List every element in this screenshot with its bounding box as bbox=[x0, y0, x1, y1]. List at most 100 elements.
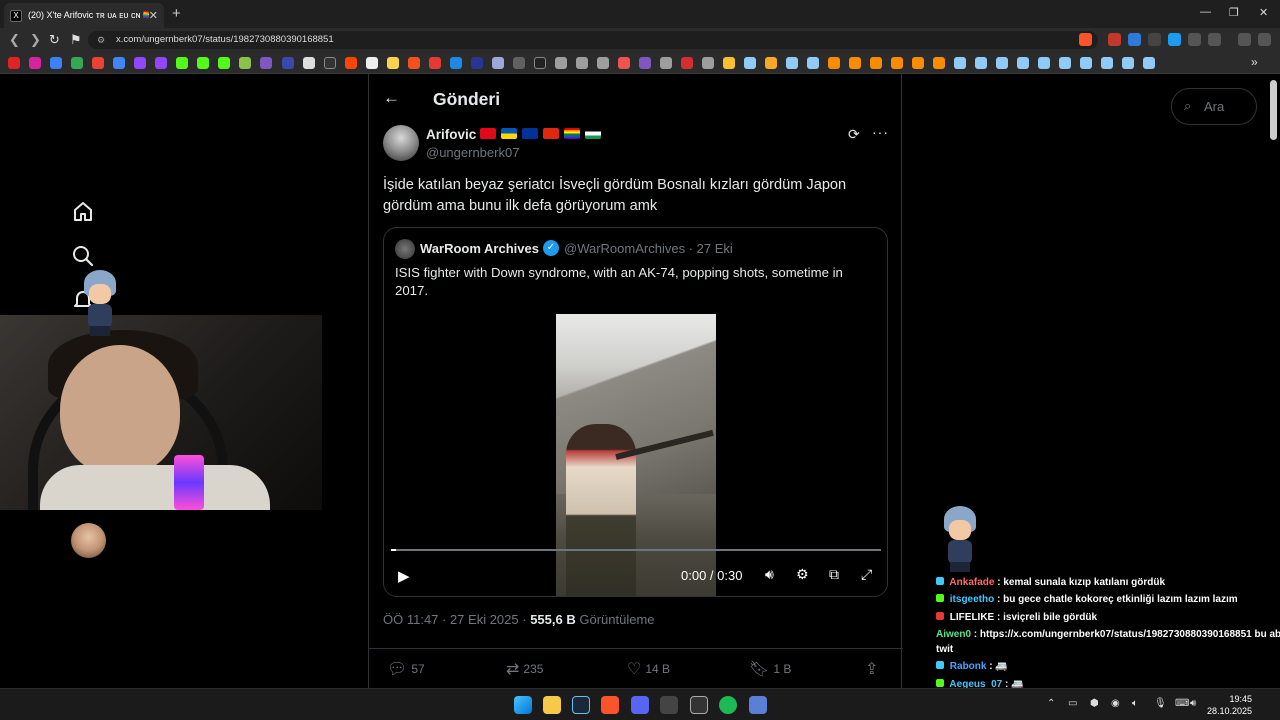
reply-button[interactable]: 💬︎ 57 bbox=[387, 659, 425, 679]
bookmark-item-icon[interactable] bbox=[660, 57, 672, 69]
bookmark-item-icon[interactable] bbox=[891, 57, 903, 69]
bookmark-item-icon[interactable] bbox=[471, 57, 483, 69]
home-icon[interactable] bbox=[71, 200, 95, 224]
search-input[interactable]: ⌕ Ara bbox=[1171, 88, 1257, 125]
extension-icon[interactable] bbox=[1108, 33, 1121, 46]
bookmark-item-icon[interactable] bbox=[260, 57, 272, 69]
bookmark-item-icon[interactable] bbox=[29, 57, 41, 69]
folder-icon[interactable] bbox=[723, 57, 735, 69]
fullscreen-icon[interactable]: ⤢ bbox=[861, 566, 872, 583]
bookmark-item-icon[interactable] bbox=[534, 57, 546, 69]
network-icon[interactable]: ⌨ bbox=[1175, 698, 1189, 709]
discord-icon[interactable] bbox=[631, 696, 649, 714]
bookmark-item-icon[interactable] bbox=[429, 57, 441, 69]
bookmark-item-icon[interactable] bbox=[345, 57, 357, 69]
share-button[interactable]: ⇪ bbox=[865, 659, 878, 679]
steam-icon[interactable] bbox=[744, 57, 756, 69]
volume-icon[interactable]: 🔊︎ bbox=[765, 566, 774, 583]
pip-icon[interactable]: ⧉ bbox=[829, 566, 839, 583]
steam-icon[interactable] bbox=[1122, 57, 1134, 69]
bookmark-item-icon[interactable] bbox=[239, 57, 251, 69]
bookmark-item-icon[interactable] bbox=[639, 57, 651, 69]
quoted-avatar[interactable] bbox=[395, 239, 415, 259]
page-scrollbar[interactable] bbox=[1270, 80, 1277, 140]
bookmark-button[interactable]: 🔖︎ 1 B bbox=[749, 659, 791, 679]
video-player[interactable]: ▶ 0:00 / 0:30 🔊︎ ⚙ ⧉ ⤢ bbox=[384, 306, 887, 596]
steam-icon[interactable] bbox=[1017, 57, 1029, 69]
video-progress-bar[interactable] bbox=[391, 549, 881, 551]
bookmark-item-icon[interactable] bbox=[450, 57, 462, 69]
like-button[interactable]: ♡ 14 B bbox=[627, 659, 670, 679]
bookmark-item-icon[interactable] bbox=[828, 57, 840, 69]
reload-icon[interactable]: ↻ bbox=[49, 32, 60, 48]
extensions-puzzle-icon[interactable] bbox=[1188, 33, 1201, 46]
steam-icon[interactable] bbox=[975, 57, 987, 69]
grok-icon[interactable]: ⟳ bbox=[848, 126, 860, 143]
bookmark-item-icon[interactable] bbox=[870, 57, 882, 69]
bookmark-item-icon[interactable] bbox=[597, 57, 609, 69]
sidebar-icon[interactable] bbox=[1208, 33, 1221, 46]
bookmark-item-icon[interactable] bbox=[8, 57, 20, 69]
speaker-icon[interactable]: 🔊︎ bbox=[1190, 698, 1196, 709]
maximize-button[interactable]: ❐ bbox=[1229, 6, 1239, 19]
bookmark-item-icon[interactable] bbox=[282, 57, 294, 69]
bookmark-item-icon[interactable] bbox=[576, 57, 588, 69]
microphone-icon[interactable]: 🎙︎ bbox=[1154, 698, 1167, 709]
brave-browser-icon[interactable] bbox=[601, 696, 619, 714]
bookmark-item-icon[interactable] bbox=[492, 57, 504, 69]
menu-icon[interactable] bbox=[1258, 33, 1271, 46]
back-arrow-icon[interactable]: ← bbox=[383, 88, 400, 108]
video-frame[interactable] bbox=[556, 314, 716, 596]
bookmark-item-icon[interactable] bbox=[765, 57, 777, 69]
bookmark-item-icon[interactable] bbox=[71, 57, 83, 69]
spotify-icon[interactable] bbox=[719, 696, 737, 714]
steam-icon[interactable] bbox=[1059, 57, 1071, 69]
steam-icon[interactable] bbox=[807, 57, 819, 69]
bookmark-item-icon[interactable] bbox=[618, 57, 630, 69]
author-handle[interactable]: @ungernberk07 bbox=[426, 145, 519, 160]
taskbar-clock[interactable]: 19:45 28.10.2025 bbox=[1206, 693, 1252, 717]
obs-icon[interactable] bbox=[690, 696, 708, 714]
volume-tray-icon[interactable]: 🔈︎ bbox=[1132, 698, 1138, 709]
bookmark-item-icon[interactable] bbox=[849, 57, 861, 69]
steam-icon[interactable] bbox=[1038, 57, 1050, 69]
browser-tab[interactable]: X (20) X'te Arifovic ᴛʀ ᴜᴀ ᴇᴜ ᴄɴ 🏳️‍🌈 ✕ bbox=[4, 3, 164, 28]
bookmark-item-icon[interactable] bbox=[134, 57, 146, 69]
bookmark-item-icon[interactable] bbox=[324, 57, 336, 69]
bookmark-item-icon[interactable] bbox=[912, 57, 924, 69]
tray-steam-icon[interactable]: ◉ bbox=[1111, 698, 1120, 709]
more-bookmarks-icon[interactable]: » bbox=[1251, 55, 1258, 69]
address-bar[interactable]: ⚙ x.com/ungernberk07/status/198273088039… bbox=[88, 31, 1098, 49]
back-arrow-icon[interactable]: ❮ bbox=[9, 32, 20, 48]
bookmark-item-icon[interactable] bbox=[218, 57, 230, 69]
bookmark-item-icon[interactable] bbox=[92, 57, 104, 69]
bookmark-item-icon[interactable] bbox=[408, 57, 420, 69]
bookmark-item-icon[interactable] bbox=[155, 57, 167, 69]
tray-chevron-icon[interactable]: ⌃ bbox=[1047, 698, 1055, 709]
bookmark-item-icon[interactable] bbox=[197, 57, 209, 69]
start-menu-icon[interactable] bbox=[514, 696, 532, 714]
bookmark-item-icon[interactable] bbox=[303, 57, 315, 69]
steam-icon[interactable] bbox=[996, 57, 1008, 69]
extension-icon[interactable] bbox=[1128, 33, 1141, 46]
extension-icon[interactable] bbox=[1168, 33, 1181, 46]
file-explorer-icon[interactable] bbox=[543, 696, 561, 714]
tray-app-icon[interactable]: ⬢ bbox=[1090, 698, 1099, 709]
bookmark-item-icon[interactable] bbox=[366, 57, 378, 69]
media-icon[interactable] bbox=[1238, 33, 1251, 46]
author-name[interactable]: Arifovic bbox=[426, 127, 476, 142]
settings-gear-icon[interactable]: ⚙ bbox=[796, 566, 809, 583]
quoted-tweet[interactable]: WarRoom Archives ✓ @WarRoomArchives · 27… bbox=[383, 227, 888, 597]
steam-icon[interactable] bbox=[954, 57, 966, 69]
bookmark-item-icon[interactable] bbox=[513, 57, 525, 69]
bookmark-item-icon[interactable] bbox=[176, 57, 188, 69]
close-window-button[interactable]: ✕ bbox=[1259, 6, 1268, 19]
bookmark-item-icon[interactable] bbox=[50, 57, 62, 69]
app-icon[interactable] bbox=[749, 696, 767, 714]
app-icon[interactable] bbox=[660, 696, 678, 714]
play-icon[interactable]: ▶ bbox=[398, 567, 410, 585]
bookmark-item-icon[interactable] bbox=[113, 57, 125, 69]
site-settings-icon[interactable]: ⚙ bbox=[97, 31, 105, 49]
battery-icon[interactable]: ▭ bbox=[1068, 698, 1077, 709]
extension-icon[interactable] bbox=[1148, 33, 1161, 46]
